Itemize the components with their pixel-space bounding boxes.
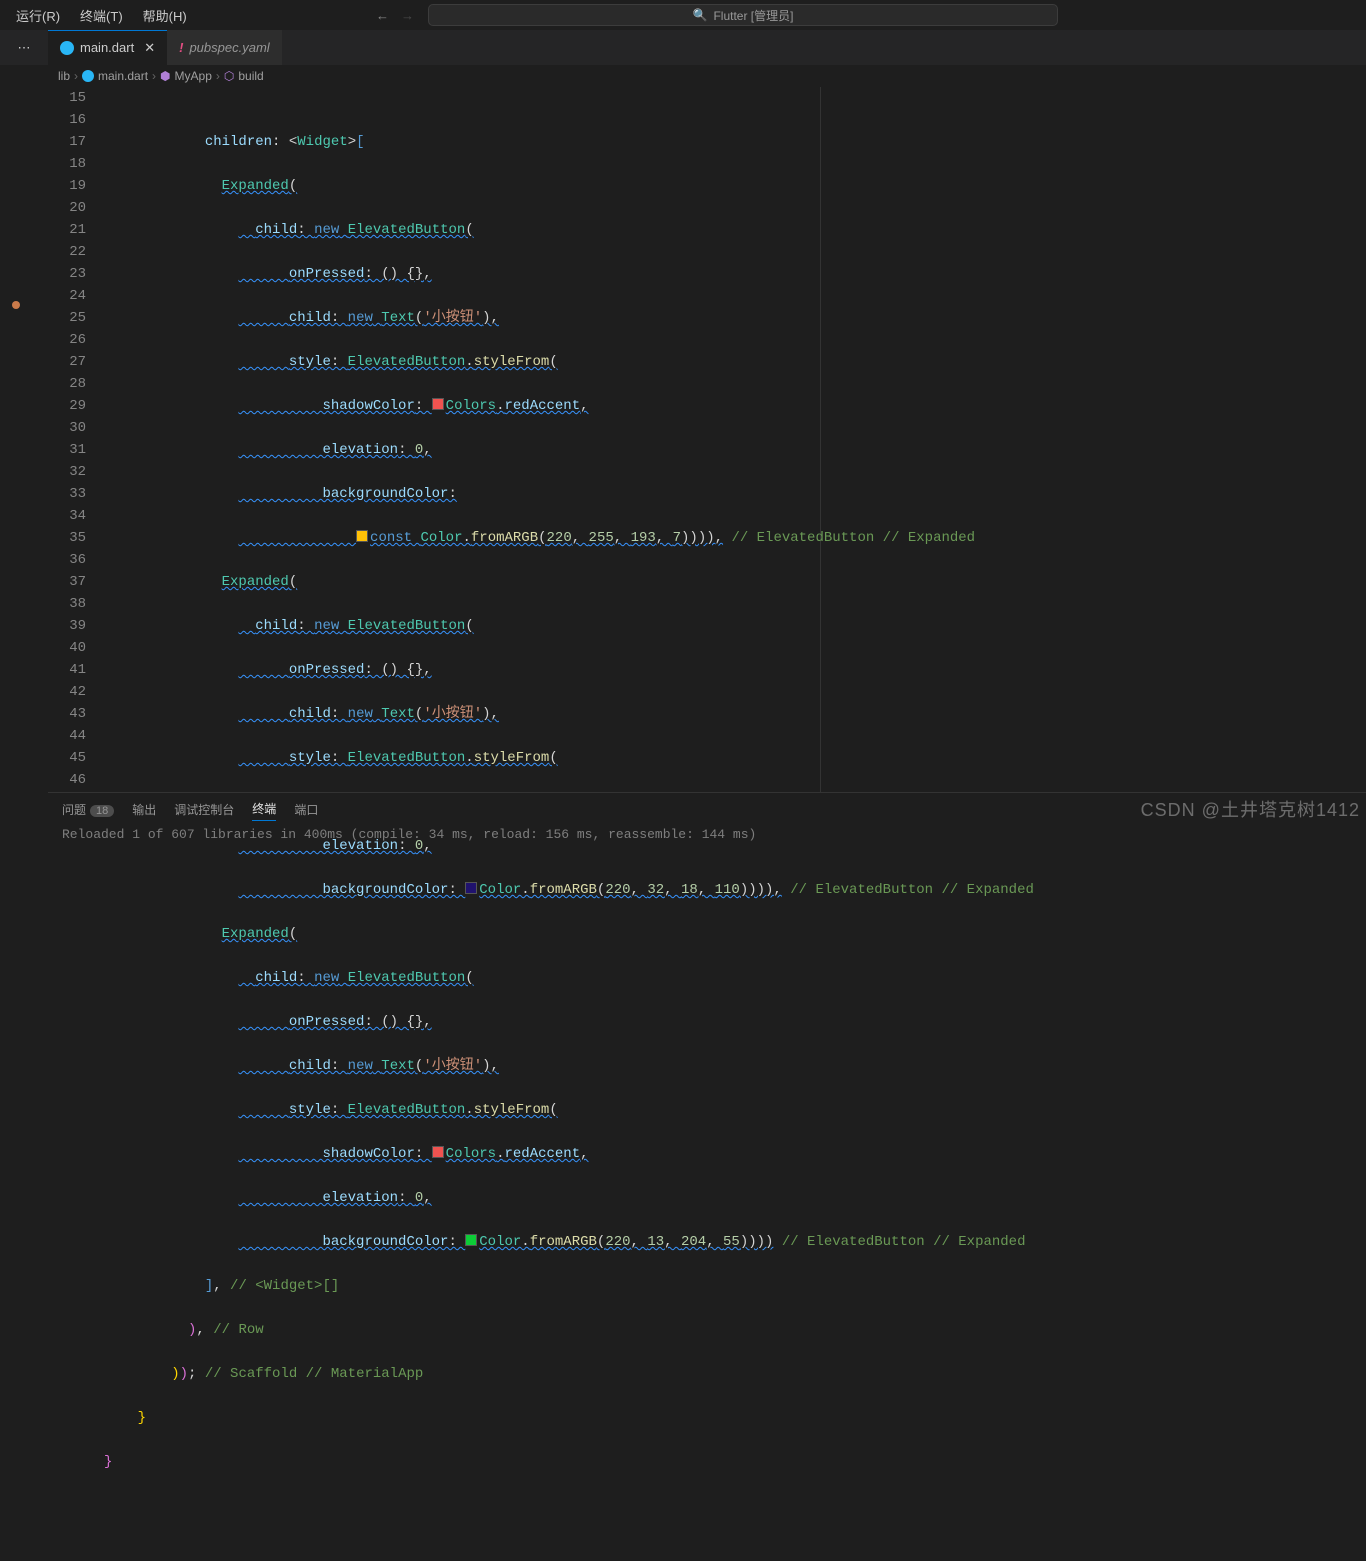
- panel-tab-debug[interactable]: 调试控制台: [174, 798, 234, 821]
- class-icon: ⬢: [160, 69, 170, 83]
- command-center[interactable]: 🔍 Flutter [管理员]: [428, 4, 1058, 26]
- nav-back-icon[interactable]: ←: [376, 8, 389, 23]
- terminal-output[interactable]: Reloaded 1 of 607 libraries in 400ms (co…: [48, 825, 1366, 844]
- color-swatch-icon: [356, 530, 368, 542]
- line-numbers: 1516171819202122232425262728293031323334…: [48, 87, 104, 792]
- panel-tab-ports[interactable]: 端口: [294, 798, 318, 821]
- crumb-method[interactable]: build: [238, 69, 263, 83]
- menu-run[interactable]: 运行(R): [8, 2, 68, 29]
- color-swatch-icon: [465, 1234, 477, 1246]
- problems-badge: 18: [90, 805, 114, 817]
- activity-bar: [0, 87, 48, 836]
- panel-tab-output[interactable]: 输出: [132, 798, 156, 821]
- crumb-class[interactable]: MyApp: [175, 69, 212, 83]
- breadcrumb[interactable]: lib › main.dart › ⬢ MyApp › ⬡ build: [0, 65, 1366, 87]
- chevron-right-icon: ›: [216, 69, 220, 83]
- color-swatch-icon: [432, 398, 444, 410]
- dart-file-icon: [82, 70, 94, 82]
- tab-actions-icon[interactable]: ⋯: [0, 30, 48, 65]
- crumb-file[interactable]: main.dart: [98, 69, 148, 83]
- search-text: Flutter [管理员]: [713, 7, 793, 24]
- crumb-folder[interactable]: lib: [58, 69, 70, 83]
- nav-forward-icon: →: [401, 8, 414, 23]
- tab-label: main.dart: [80, 40, 134, 55]
- color-swatch-icon: [465, 882, 477, 894]
- watermark: CSDN @土井塔克树1412: [1141, 796, 1360, 822]
- editor[interactable]: 1516171819202122232425262728293031323334…: [48, 87, 1366, 792]
- panel-tab-problems[interactable]: 问题18: [62, 798, 114, 821]
- menubar: 运行(R) 终端(T) 帮助(H) ← → 🔍 Flutter [管理员]: [0, 0, 1366, 30]
- method-icon: ⬡: [224, 69, 234, 83]
- modified-dot-icon: [12, 301, 20, 309]
- dart-file-icon: [60, 41, 74, 55]
- menu-terminal[interactable]: 终端(T): [72, 2, 131, 29]
- tabs-bar: ⋯ main.dart ✕ ! pubspec.yaml: [0, 30, 1366, 65]
- tab-label: pubspec.yaml: [189, 40, 269, 55]
- panel-tab-terminal[interactable]: 终端: [252, 797, 276, 821]
- chevron-right-icon: ›: [74, 69, 78, 83]
- code-area[interactable]: children: <Widget>[ Expanded( child: new…: [104, 87, 1366, 792]
- chevron-right-icon: ›: [152, 69, 156, 83]
- close-icon[interactable]: ✕: [144, 40, 155, 56]
- tab-main-dart[interactable]: main.dart ✕: [48, 30, 167, 65]
- menu-help[interactable]: 帮助(H): [135, 2, 195, 29]
- yaml-file-icon: !: [179, 40, 183, 55]
- color-swatch-icon: [432, 1146, 444, 1158]
- tab-pubspec-yaml[interactable]: ! pubspec.yaml: [167, 30, 282, 65]
- search-icon: 🔍: [693, 8, 708, 22]
